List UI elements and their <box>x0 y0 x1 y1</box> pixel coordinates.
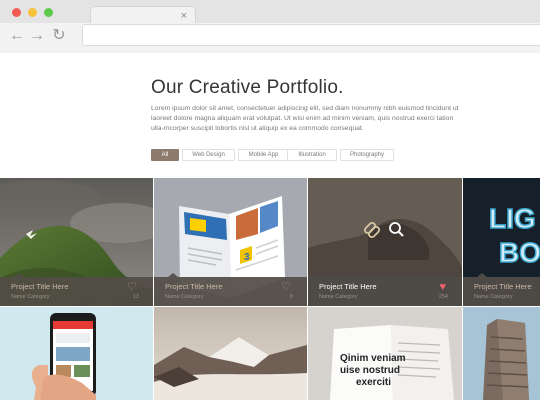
project-title[interactable]: Project Title Here <box>11 282 69 291</box>
book-text-line1: Qinim veniam <box>340 353 406 364</box>
like-count: 8 <box>289 294 293 300</box>
reload-icon[interactable]: ↻ <box>51 26 67 46</box>
forward-arrow-icon[interactable]: → <box>29 26 45 46</box>
like-count: 13 <box>132 294 139 300</box>
portfolio-item-snow-mountain[interactable] <box>154 307 307 400</box>
browser-toolbar: ← → ↻ <box>0 23 540 53</box>
portfolio-item-rock[interactable]: Project Title Here Name Category ♥ 254 <box>308 178 462 306</box>
page-content: Our Creative Portfolio. Lorem ipsum dolo… <box>0 54 540 400</box>
building-photo <box>463 307 540 400</box>
link-icon[interactable] <box>363 221 381 239</box>
project-title[interactable]: Project Title Here <box>165 282 223 291</box>
phone-photo <box>0 307 153 400</box>
minimize-window-button[interactable] <box>28 8 37 17</box>
page-title: Our Creative Portfolio. <box>151 77 344 98</box>
filter-all[interactable]: All <box>151 149 179 161</box>
tab-close-icon[interactable]: × <box>181 8 187 24</box>
caption-notch <box>477 273 487 277</box>
snow-mountain-photo <box>154 307 307 400</box>
lights-text-line1: LIG <box>489 203 536 234</box>
filter-photography[interactable]: Photography <box>340 149 394 161</box>
lights-text-line2: BO <box>499 237 540 268</box>
filter-illustration[interactable]: Illustration <box>287 149 337 161</box>
like-count: 254 <box>438 294 448 300</box>
caption-notch <box>168 273 178 277</box>
project-category: Name Category <box>319 294 358 300</box>
search-icon[interactable] <box>389 222 404 237</box>
project-title[interactable]: Project Title Here <box>319 282 377 291</box>
filter-web-design[interactable]: Web Design <box>182 149 235 161</box>
portfolio-item-lights[interactable]: LIG BO Project Title Here Name Category <box>463 178 540 306</box>
browser-chrome: × ← → ↻ <box>0 0 540 53</box>
close-window-button[interactable] <box>12 8 21 17</box>
portfolio-grid: Project Title Here Name Category ♡ 13 3 … <box>0 178 540 400</box>
book-photo: Qinim veniam uise nostrud exerciti <box>308 307 462 400</box>
address-bar[interactable] <box>82 24 540 46</box>
portfolio-item-book[interactable]: Qinim veniam uise nostrud exerciti <box>308 307 462 400</box>
portfolio-item-building[interactable] <box>463 307 540 400</box>
caption-notch <box>14 273 24 277</box>
book-text-line3: exerciti <box>356 377 391 388</box>
maximize-window-button[interactable] <box>44 8 53 17</box>
project-category: Name Category <box>165 294 204 300</box>
browser-tab[interactable]: × <box>90 6 196 24</box>
project-info-2: Project Title Here Name Category ♡ 8 <box>154 273 307 306</box>
project-info-3: Project Title Here Name Category ♥ 254 <box>308 277 462 306</box>
project-info-1: Project Title Here Name Category ♡ 13 <box>0 273 153 306</box>
back-arrow-icon[interactable]: ← <box>9 26 25 46</box>
heart-icon[interactable]: ♡ <box>127 281 137 293</box>
filter-mobile-app[interactable]: Mobile App <box>238 149 289 161</box>
project-title[interactable]: Project Title Here <box>474 282 532 291</box>
project-category: Name Category <box>11 294 50 300</box>
brochure-number: 3 <box>244 252 250 263</box>
intro-text: Lorem ipsum dolor sit amet, consectetuer… <box>151 105 459 132</box>
book-text-line2: uise nostrud <box>340 365 400 376</box>
project-category: Name Category <box>474 294 513 300</box>
project-info-4: Project Title Here Name Category <box>463 273 540 306</box>
portfolio-item-mountain[interactable]: Project Title Here Name Category ♡ 13 <box>0 178 153 306</box>
portfolio-item-phone[interactable] <box>0 307 153 400</box>
hover-actions <box>363 221 404 239</box>
heart-filled-icon[interactable]: ♥ <box>439 281 446 293</box>
page: × ← → ↻ Our Creative Portfolio. Lorem ip… <box>0 0 540 400</box>
heart-icon[interactable]: ♡ <box>281 281 291 293</box>
portfolio-item-brochure[interactable]: 3 Project Title Here Name Category ♡ 8 <box>154 178 307 306</box>
